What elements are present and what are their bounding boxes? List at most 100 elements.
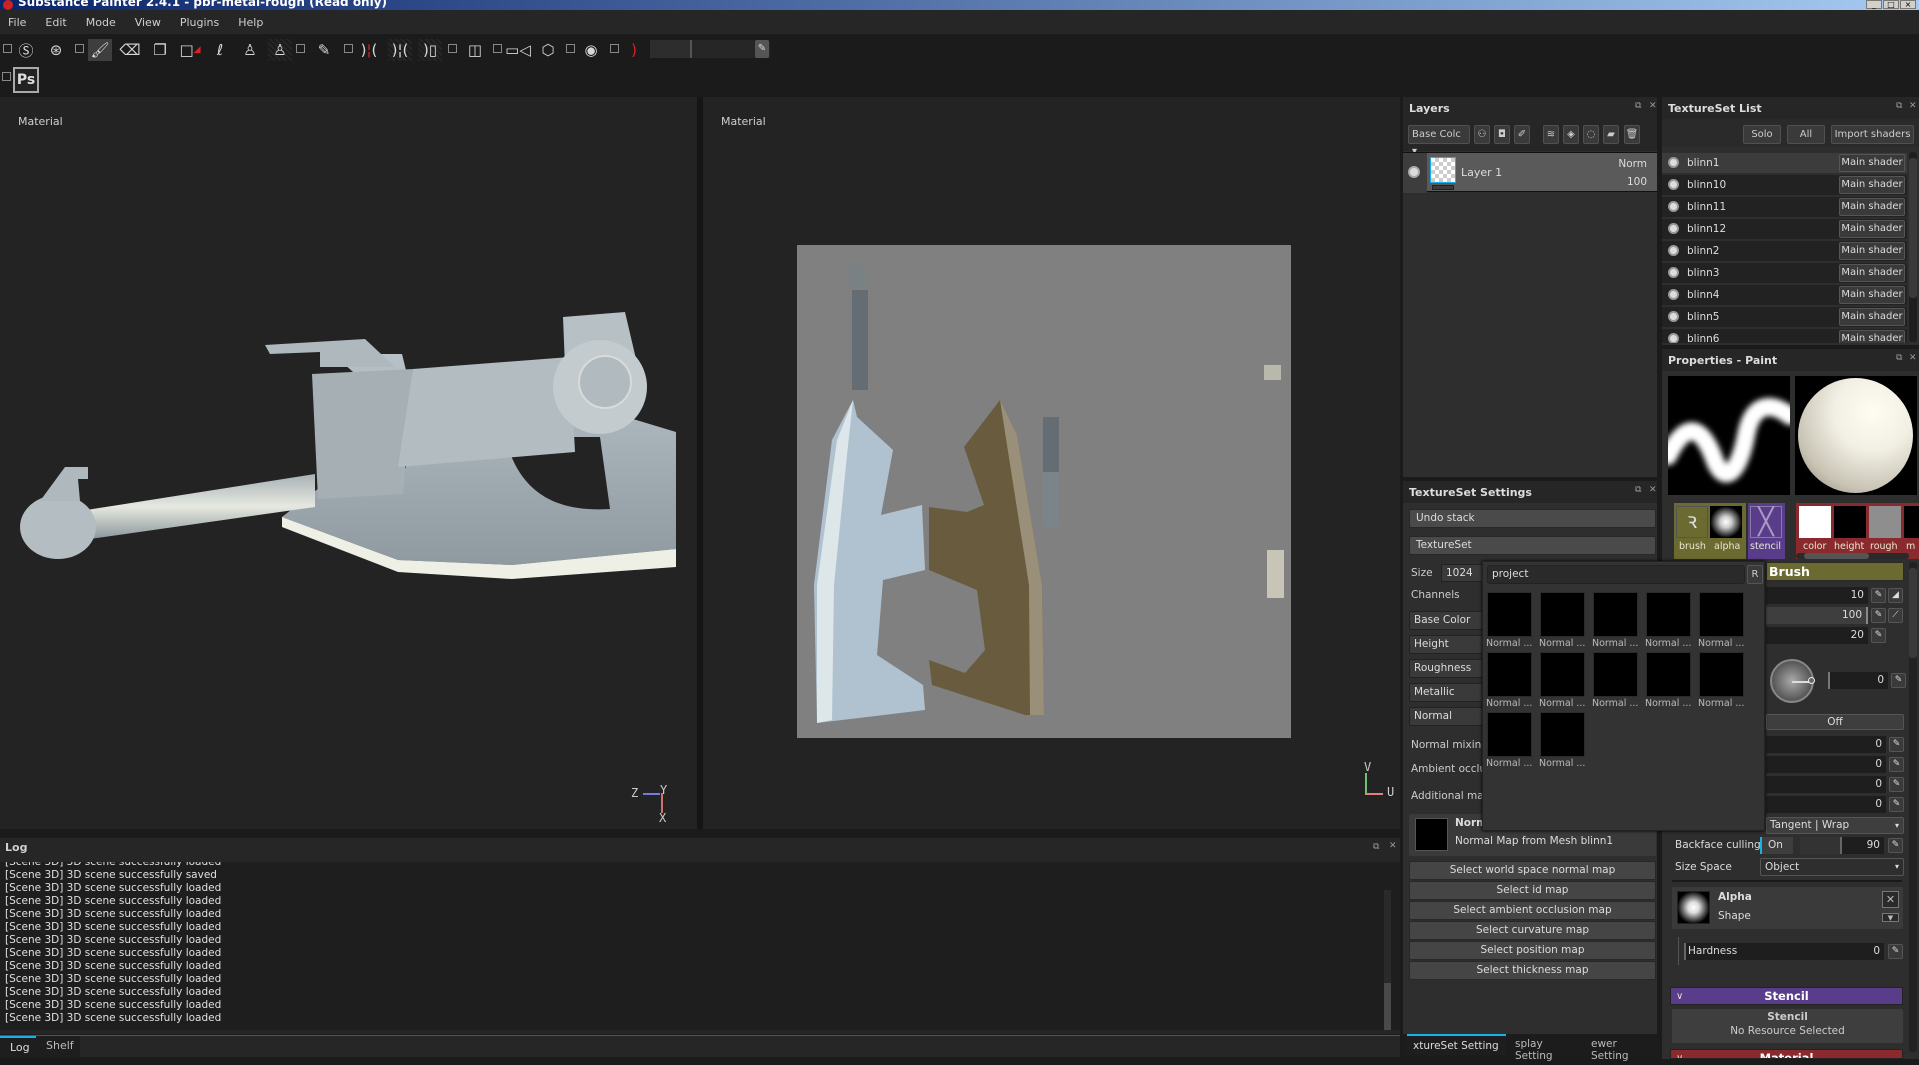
visibility-radio[interactable]	[1668, 223, 1679, 234]
angle-field[interactable]: 0	[1828, 672, 1888, 689]
resource-item[interactable]: Normal ...	[1592, 592, 1643, 652]
texture-set-row[interactable]: blinn10 Main shader	[1662, 175, 1907, 195]
visibility-radio[interactable]	[1668, 245, 1679, 256]
edit-value-icon[interactable]: ✎	[1889, 777, 1904, 792]
texture-set-button[interactable]: TextureSet	[1409, 536, 1656, 555]
tab-shelf[interactable]: Shelf	[36, 1036, 80, 1057]
color-picker-icon[interactable]: ✎	[312, 39, 336, 61]
layer-blend-mode[interactable]: Norm	[1618, 158, 1647, 170]
visibility-radio[interactable]	[1668, 289, 1679, 300]
undo-stack-button[interactable]: Undo stack	[1409, 509, 1656, 528]
backface-angle-slider[interactable]: 90	[1800, 837, 1884, 854]
restore-button[interactable]: □	[1883, 0, 1899, 9]
add-layer-icon[interactable]: ≋	[1543, 125, 1559, 144]
resource-item[interactable]: Normal ...	[1645, 592, 1696, 652]
texture-set-row[interactable]: blinn2 Main shader	[1662, 241, 1907, 261]
close-icon[interactable]: ✕	[1909, 353, 1917, 363]
resource-item[interactable]: Normal ...	[1539, 592, 1590, 652]
clone-source-icon[interactable]: ♙	[268, 39, 292, 61]
close-icon[interactable]: ✕	[1909, 101, 1917, 111]
angle-jitter-toggle[interactable]: Off	[1766, 714, 1904, 730]
stencil-card[interactable]: Stencil No Resource Selected	[1672, 1009, 1903, 1043]
detach-icon[interactable]	[448, 44, 457, 53]
select-ambient-occlusion-map-button[interactable]: Select ambient occlusion map	[1409, 901, 1656, 920]
add-folder-icon[interactable]: ▰	[1603, 125, 1619, 144]
tab-texture-set-settings[interactable]: xtureSet Setting	[1407, 1034, 1506, 1055]
jitter-field-1[interactable]: 0	[1766, 736, 1886, 753]
channel-dropdown[interactable]: Base Colc ▾	[1408, 125, 1470, 157]
add-generator-icon[interactable]: ✐	[1514, 125, 1530, 144]
visibility-radio[interactable]	[1668, 157, 1679, 168]
alpha-slot[interactable]	[1710, 506, 1742, 538]
resource-item[interactable]: Normal ...	[1486, 652, 1537, 712]
jitter-field-4[interactable]: 0	[1766, 796, 1886, 813]
undock-icon[interactable]: ⧉	[1635, 485, 1641, 495]
tab-log[interactable]: Log	[0, 1036, 36, 1057]
brush-section-header[interactable]: Brush	[1766, 562, 1904, 581]
detach-icon[interactable]	[344, 44, 353, 53]
brush-spacing-field[interactable]: 20	[1766, 627, 1868, 644]
edit-value-icon[interactable]: ✎	[1891, 673, 1906, 688]
symmetry-icon[interactable]: ) ¦(	[357, 39, 381, 61]
resource-item[interactable]: Normal ...	[1592, 652, 1643, 712]
symmetry-x-icon[interactable]: )¦(	[388, 39, 412, 61]
stencil-section-header[interactable]: ∨ Stencil	[1670, 987, 1903, 1005]
uv-texture[interactable]	[797, 245, 1291, 738]
close-icon[interactable]: ✕	[1649, 101, 1657, 111]
material-section-header[interactable]: ∨ Material	[1670, 1049, 1903, 1059]
color-slot[interactable]	[1799, 506, 1831, 538]
shader-button[interactable]: Main shader	[1839, 308, 1905, 326]
reset-search-button[interactable]: R	[1747, 565, 1763, 584]
shader-button[interactable]: Main shader	[1839, 264, 1905, 282]
scrollbar-thumb[interactable]	[1909, 158, 1917, 298]
height-slot[interactable]	[1834, 506, 1866, 538]
minimize-button[interactable]: _	[1866, 0, 1882, 9]
size-dropdown[interactable]: 1024	[1441, 564, 1483, 582]
channel-base-color[interactable]: Base Color	[1409, 611, 1489, 630]
eraser-icon[interactable]: ⌫	[118, 39, 142, 61]
add-mask-icon[interactable]: ◘	[1494, 125, 1510, 144]
shader-button[interactable]: Main shader	[1839, 176, 1905, 194]
texture-set-row[interactable]: blinn11 Main shader	[1662, 197, 1907, 217]
detach-icon[interactable]	[566, 44, 575, 53]
substance-share-icon[interactable]: Ⓢ	[14, 39, 38, 61]
close-button[interactable]: ×	[1900, 0, 1916, 9]
solo-button[interactable]: Solo	[1743, 125, 1781, 144]
select-world-space-normal-map-button[interactable]: Select world space normal map	[1409, 861, 1656, 880]
shader-button[interactable]: Main shader	[1839, 154, 1905, 172]
resource-search-input[interactable]: project	[1487, 565, 1745, 584]
stencil-slot[interactable]: ╳	[1750, 506, 1782, 538]
edit-value-icon[interactable]: ✎	[1888, 944, 1903, 959]
viewport-split-icon[interactable]: ◫	[463, 39, 487, 61]
jitter-field-3[interactable]: 0	[1766, 776, 1886, 793]
layer-opacity[interactable]: 100	[1627, 176, 1647, 188]
texture-set-row[interactable]: blinn6 Main shader	[1662, 329, 1907, 343]
texture-set-row[interactable]: blinn12 Main shader	[1662, 219, 1907, 239]
menu-help[interactable]: Help	[238, 16, 263, 29]
detach-icon[interactable]	[75, 44, 84, 53]
texture-set-row[interactable]: blinn3 Main shader	[1662, 263, 1907, 283]
brush-size-field[interactable]: 10	[1766, 587, 1868, 604]
select-position-map-button[interactable]: Select position map	[1409, 941, 1656, 960]
brush-flow-field[interactable]: 100	[1766, 607, 1868, 624]
size-space-dropdown[interactable]: Object ▾	[1760, 858, 1904, 876]
pressure-linear-icon[interactable]: ⟋	[1888, 608, 1903, 623]
texture-set-scrollbar[interactable]	[1909, 152, 1917, 342]
edit-value-icon[interactable]: ✎	[1871, 608, 1886, 623]
texture-set-row[interactable]: blinn5 Main shader	[1662, 307, 1907, 327]
import-shaders-button[interactable]: Import shaders	[1831, 125, 1914, 144]
visibility-radio[interactable]	[1668, 201, 1679, 212]
undock-icon[interactable]: ⧉	[1373, 842, 1379, 852]
alpha-menu-icon[interactable]: ▼	[1882, 913, 1899, 922]
properties-scrollbar[interactable]	[1909, 562, 1917, 1052]
brush-slot[interactable]: ꝛ	[1676, 506, 1708, 538]
lazy-mouse-icon[interactable]: )	[622, 39, 646, 61]
metallic-slot[interactable]	[1904, 506, 1919, 538]
resource-item[interactable]: Normal ...	[1539, 652, 1590, 712]
tab-display-settings[interactable]: splay Setting	[1509, 1034, 1585, 1062]
hardness-field[interactable]: Hardness 0	[1684, 943, 1884, 960]
add-effect-icon[interactable]: ⚇	[1474, 125, 1490, 144]
scrollbar-thumb[interactable]	[1909, 568, 1917, 658]
detach-icon[interactable]	[493, 44, 502, 53]
shader-button[interactable]: Main shader	[1839, 330, 1905, 343]
